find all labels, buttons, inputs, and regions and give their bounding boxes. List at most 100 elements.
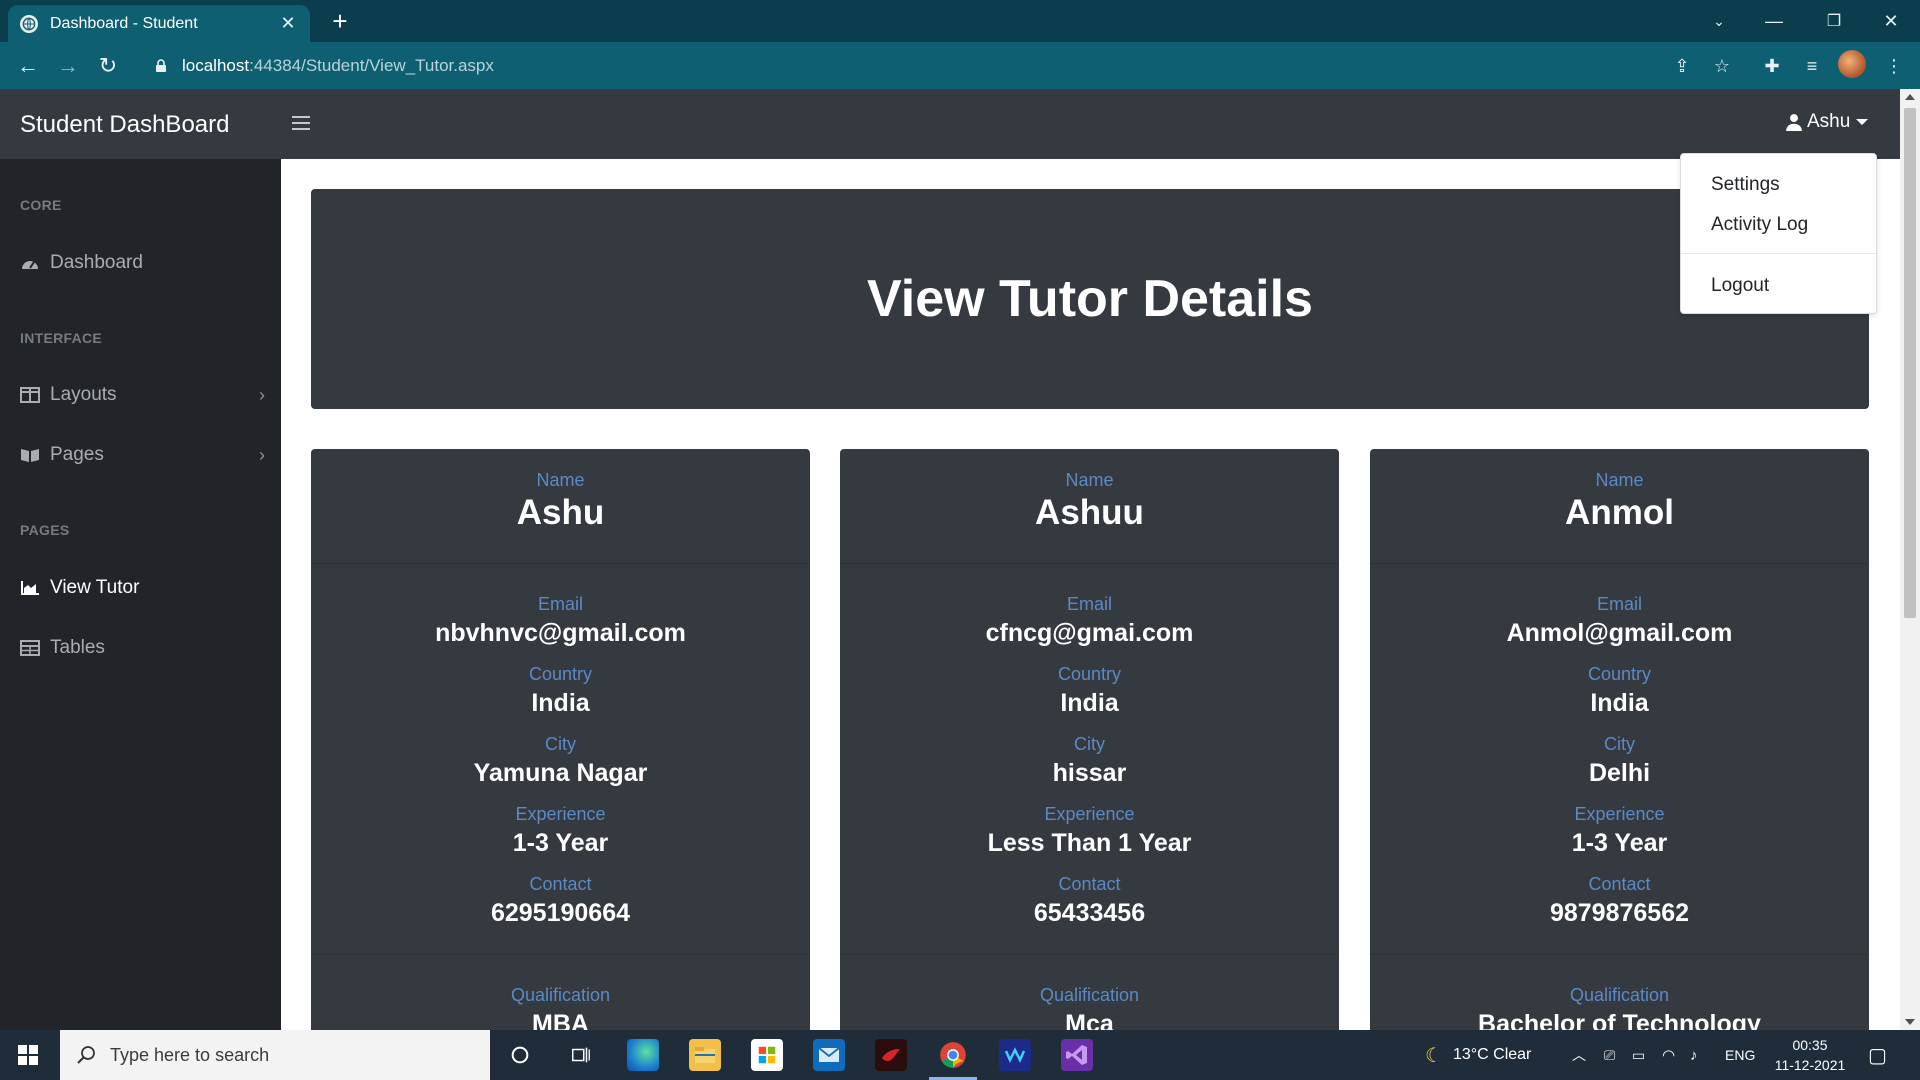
reload-icon[interactable]: ↻ (92, 50, 124, 82)
tutor-card: Name Ashu Email nbvhnvc@gmail.com Countr… (311, 449, 810, 1030)
media-queue-icon[interactable]: ≡ (1798, 52, 1826, 80)
browser-toolbar: ← → ↻ localhost:44384/Student/View_Tutor… (0, 42, 1920, 89)
field-label: Qualification (510, 985, 611, 1005)
scrollbar-thumb[interactable] (1904, 108, 1916, 618)
card-divider (311, 563, 810, 564)
book-open-icon (20, 446, 40, 464)
share-icon[interactable]: ⇪ (1668, 52, 1696, 80)
webex-icon[interactable] (999, 1039, 1031, 1071)
visual-studio-icon[interactable] (1061, 1039, 1093, 1071)
app-navbar: Student DashBoard Ashu (0, 89, 1900, 159)
page-scrollbar[interactable] (1900, 89, 1920, 1030)
forward-icon[interactable]: → (52, 50, 84, 82)
field-label: Contact (529, 874, 592, 894)
task-view-icon[interactable] (565, 1039, 597, 1071)
taskbar-clock[interactable]: 00:35 11-12-2021 (1770, 1035, 1850, 1075)
new-tab-button[interactable]: + (325, 6, 355, 36)
edge-browser-icon[interactable] (627, 1039, 659, 1071)
globe-icon (20, 14, 38, 33)
mail-icon[interactable] (813, 1039, 845, 1071)
tutor-email-field: Email nbvhnvc@gmail.com (311, 594, 810, 648)
sidebar-item-dashboard[interactable]: Dashboard (20, 248, 265, 278)
tutor-email: nbvhnvc@gmail.com (435, 619, 686, 647)
cortana-icon[interactable] (504, 1039, 536, 1071)
sidebar-item-label: Tables (50, 637, 105, 658)
field-label: Qualification (1039, 985, 1140, 1005)
battery-icon[interactable]: ▭ (1632, 1030, 1645, 1080)
tutor-card: Name Ashuu Email cfncg@gmai.com Country … (840, 449, 1339, 1030)
field-label: Country (1057, 664, 1122, 684)
windows-start-icon[interactable] (18, 1045, 38, 1065)
windows-taskbar: Type here to search ☾ 13°C Clear ︿ ⎚ ▭ ◠… (0, 1030, 1920, 1080)
scroll-down-icon[interactable] (1905, 1019, 1915, 1025)
minimize-icon[interactable]: — (1745, 0, 1803, 42)
browser-tab-strip: Dashboard - Student ✕ + ⌄ — ❐ ✕ (0, 0, 1920, 42)
page-title: View Tutor Details (867, 270, 1313, 328)
tutor-name-field: Name Ashuu (840, 470, 1339, 533)
volume-icon[interactable]: ♪ (1690, 1030, 1698, 1080)
tutor-experience-field: Experience 1-3 Year (1370, 804, 1869, 858)
chevron-right-icon: › (259, 384, 265, 405)
address-bar[interactable]: localhost:44384/Student/View_Tutor.aspx (140, 48, 1710, 84)
tutor-city-field: City hissar (840, 734, 1339, 788)
notifications-icon[interactable]: ▢ (1868, 1030, 1887, 1080)
file-explorer-icon[interactable] (689, 1039, 721, 1071)
page-header-jumbotron: View Tutor Details (311, 189, 1869, 409)
tab-search-icon[interactable]: ⌄ (1690, 0, 1748, 42)
field-label: Name (1065, 470, 1114, 490)
game-app-icon[interactable] (875, 1039, 907, 1071)
sidebar-item-label: Dashboard (50, 252, 143, 273)
sidebar-item-view-tutor[interactable]: View Tutor (20, 573, 265, 603)
tutor-qualification-field: Qualification Mca (840, 985, 1339, 1030)
show-hidden-icons-icon[interactable]: ︿ (1572, 1030, 1586, 1080)
dropdown-item-logout[interactable]: Logout (1711, 275, 1769, 297)
wifi-icon[interactable]: ◠ (1662, 1030, 1675, 1080)
clock-time: 00:35 (1792, 1037, 1828, 1053)
user-icon (1786, 114, 1802, 131)
sidebar-toggle-icon[interactable] (290, 113, 312, 133)
extensions-icon[interactable]: ✚ (1758, 52, 1786, 80)
user-menu-toggle[interactable]: Ashu (1785, 111, 1869, 133)
tutor-country: India (1590, 689, 1649, 717)
chrome-icon[interactable] (929, 1039, 977, 1080)
card-divider (840, 954, 1339, 955)
microsoft-store-icon[interactable] (751, 1039, 783, 1071)
card-divider (311, 954, 810, 955)
restore-icon[interactable]: ❐ (1805, 0, 1863, 42)
field-label: Experience (1044, 804, 1135, 824)
sidebar-item-layouts[interactable]: Layouts › (20, 380, 265, 410)
sidebar-item-tables[interactable]: Tables (20, 633, 265, 663)
card-divider (1370, 954, 1869, 955)
tutor-city: hissar (1052, 759, 1127, 787)
dropdown-item-settings[interactable]: Settings (1711, 174, 1780, 196)
dropdown-item-activity-log[interactable]: Activity Log (1711, 214, 1808, 236)
weather-text: 13°C Clear (1452, 1046, 1532, 1063)
meet-now-icon[interactable]: ⎚ (1604, 1030, 1615, 1080)
bookmark-star-icon[interactable]: ☆ (1708, 52, 1736, 80)
tutor-contact-field: Contact 65433456 (840, 874, 1339, 928)
brand-title[interactable]: Student DashBoard (20, 111, 229, 139)
tutor-country-field: Country India (311, 664, 810, 718)
field-label: Contact (1058, 874, 1121, 894)
sidebar: CORE Dashboard INTERFACE Layouts › Pages… (0, 159, 281, 1030)
tutor-experience-field: Experience 1-3 Year (311, 804, 810, 858)
columns-icon (20, 386, 40, 404)
weather-widget[interactable]: ☾ 13°C Clear (1425, 1030, 1531, 1080)
profile-avatar[interactable] (1838, 50, 1866, 78)
scroll-up-icon[interactable] (1905, 94, 1915, 100)
sidebar-item-label: Layouts (50, 384, 117, 405)
tutor-experience: 1-3 Year (512, 829, 609, 857)
tutor-experience: Less Than 1 Year (987, 829, 1192, 857)
tab-close-icon[interactable]: ✕ (278, 13, 298, 34)
tutor-email-field: Email Anmol@gmail.com (1370, 594, 1869, 648)
tutor-qualification: MBA (532, 1010, 589, 1030)
taskbar-search-box[interactable]: Type here to search (60, 1030, 490, 1080)
browser-tab[interactable]: Dashboard - Student ✕ (8, 5, 310, 42)
close-window-icon[interactable]: ✕ (1862, 0, 1920, 42)
language-indicator[interactable]: ENG (1725, 1030, 1755, 1080)
field-label: Name (1595, 470, 1644, 490)
dropdown-divider (1681, 253, 1876, 254)
back-icon[interactable]: ← (12, 50, 44, 82)
sidebar-item-pages[interactable]: Pages › (20, 440, 265, 470)
browser-menu-icon[interactable]: ⋮ (1880, 52, 1908, 80)
